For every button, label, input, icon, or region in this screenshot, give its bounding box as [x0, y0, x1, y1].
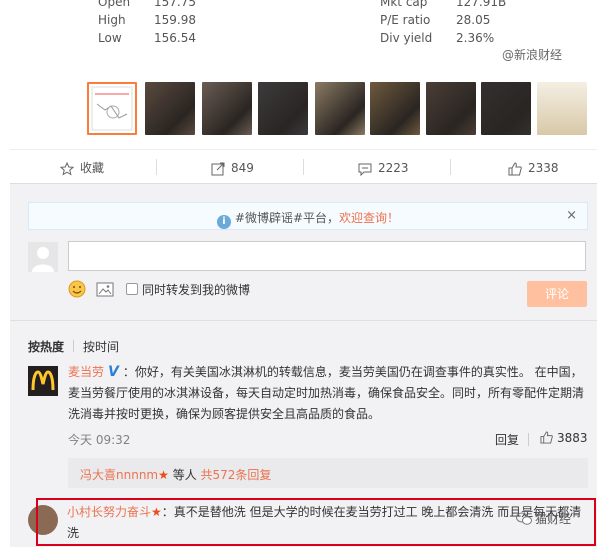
thumbnail[interactable]: [202, 82, 252, 135]
divider: [528, 433, 529, 446]
source-watermark: @新浪财经: [502, 48, 563, 62]
comment-meta: 今天 09:32 回复 3883: [68, 431, 588, 449]
stock-label: Mkt cap: [380, 0, 428, 9]
replies-summary-text: 冯大喜nnnnm★ 等人 共572条回复: [80, 466, 271, 483]
reply-username[interactable]: 冯大喜nnnnm: [80, 468, 158, 482]
stock-summary: Open 157.75 Mkt cap 127.91B High 159.98 …: [0, 0, 607, 82]
thumbnail[interactable]: [370, 82, 420, 135]
notice-text: i #微博辟谣#平台，欢迎查询！: [29, 209, 587, 229]
comment-count: 2223: [378, 161, 409, 175]
like-count: 2338: [528, 161, 559, 175]
thumbnail[interactable]: [426, 82, 476, 135]
favorite-label: 收藏: [80, 161, 105, 175]
notice-banner: i #微博辟谣#平台，欢迎查询！ ×: [28, 202, 588, 230]
comment-icon: [358, 163, 372, 176]
repost-count: 849: [231, 161, 254, 175]
emoji-icon[interactable]: [68, 280, 86, 298]
notice-link[interactable]: 欢迎查询！: [339, 211, 399, 225]
star-icon: [60, 161, 74, 176]
stock-value: 127.91B: [456, 0, 507, 9]
replies-summary[interactable]: 冯大喜nnnnm★ 等人 共572条回复: [68, 458, 588, 488]
divider: [156, 159, 157, 175]
highlight-box: [36, 498, 596, 546]
comment-input[interactable]: [68, 241, 586, 271]
stock-value: 2.36%: [456, 31, 495, 45]
comment-like-count: 3883: [557, 431, 588, 445]
avatar[interactable]: [28, 366, 58, 396]
like-button[interactable]: 2338: [508, 159, 559, 177]
comment-body: 麦当劳 V ：你好，有关美国冰淇淋机的转载信息，麦当劳美国仍在调查事件的真实性。 在…: [68, 362, 588, 425]
stock-label: Low: [98, 31, 122, 45]
favorite-button[interactable]: 收藏: [60, 159, 104, 177]
divider: [73, 340, 75, 352]
section-divider: [10, 320, 597, 321]
post-action-bar: 收藏 849 2223 2338: [10, 149, 597, 184]
sort-tabs: 按热度 按时间: [28, 338, 119, 355]
close-icon[interactable]: ×: [566, 208, 577, 223]
tab-hot[interactable]: 按热度: [28, 340, 64, 354]
avatar: [28, 242, 58, 272]
chart-thumbnail-icon: [91, 86, 133, 131]
repost-checkbox-label: 同时转发到我的微博: [142, 283, 251, 297]
stock-value: 156.54: [154, 31, 196, 45]
thumbnail[interactable]: [315, 82, 365, 135]
divider: [450, 159, 451, 175]
thumbnail-selected[interactable]: [87, 82, 137, 135]
notice-main: #微博辟谣#平台，: [234, 211, 340, 225]
thumbnail[interactable]: [481, 82, 531, 135]
mcdonalds-logo-icon: [31, 370, 55, 391]
verified-badge-icon: V: [108, 364, 119, 380]
repost-button[interactable]: 849: [211, 159, 254, 177]
comment-username[interactable]: 麦当劳: [68, 365, 104, 379]
divider: [303, 159, 304, 175]
submit-comment-button[interactable]: 评论: [527, 281, 587, 307]
thumbnail[interactable]: [258, 82, 308, 135]
tab-time[interactable]: 按时间: [83, 340, 119, 354]
stock-value: 159.98: [154, 13, 196, 27]
user-icon: [32, 247, 54, 272]
stock-value: 28.05: [456, 13, 491, 27]
reply-count-link[interactable]: 共572条回复: [201, 468, 272, 482]
stock-label: P/E ratio: [380, 13, 431, 27]
comment-like-button[interactable]: 3883: [540, 431, 588, 445]
comment-content: ：你好，有关美国冰淇淋机的转载信息，麦当劳美国仍在调查事件的真实性。 在中国，麦…: [68, 365, 585, 421]
star-icon: ★: [158, 468, 169, 482]
comment-time: 今天 09:32: [68, 433, 131, 447]
image-icon[interactable]: [96, 282, 114, 297]
comment-button[interactable]: 2223: [358, 159, 409, 177]
thumbs-up-icon: [540, 431, 553, 444]
stock-label: Div yield: [380, 31, 433, 45]
reply-button[interactable]: 回复: [495, 431, 519, 448]
stock-label: High: [98, 13, 126, 27]
replies-summary-middle: 等人: [168, 468, 201, 482]
share-icon: [211, 162, 225, 175]
thumbnail[interactable]: [537, 82, 587, 135]
info-icon: i: [216, 215, 231, 229]
repost-checkbox[interactable]: [126, 283, 138, 295]
stock-value: 157.75: [154, 0, 196, 9]
stock-label: Open: [98, 0, 131, 9]
thumbnail[interactable]: [145, 82, 195, 135]
thumbs-up-icon: [508, 161, 522, 175]
